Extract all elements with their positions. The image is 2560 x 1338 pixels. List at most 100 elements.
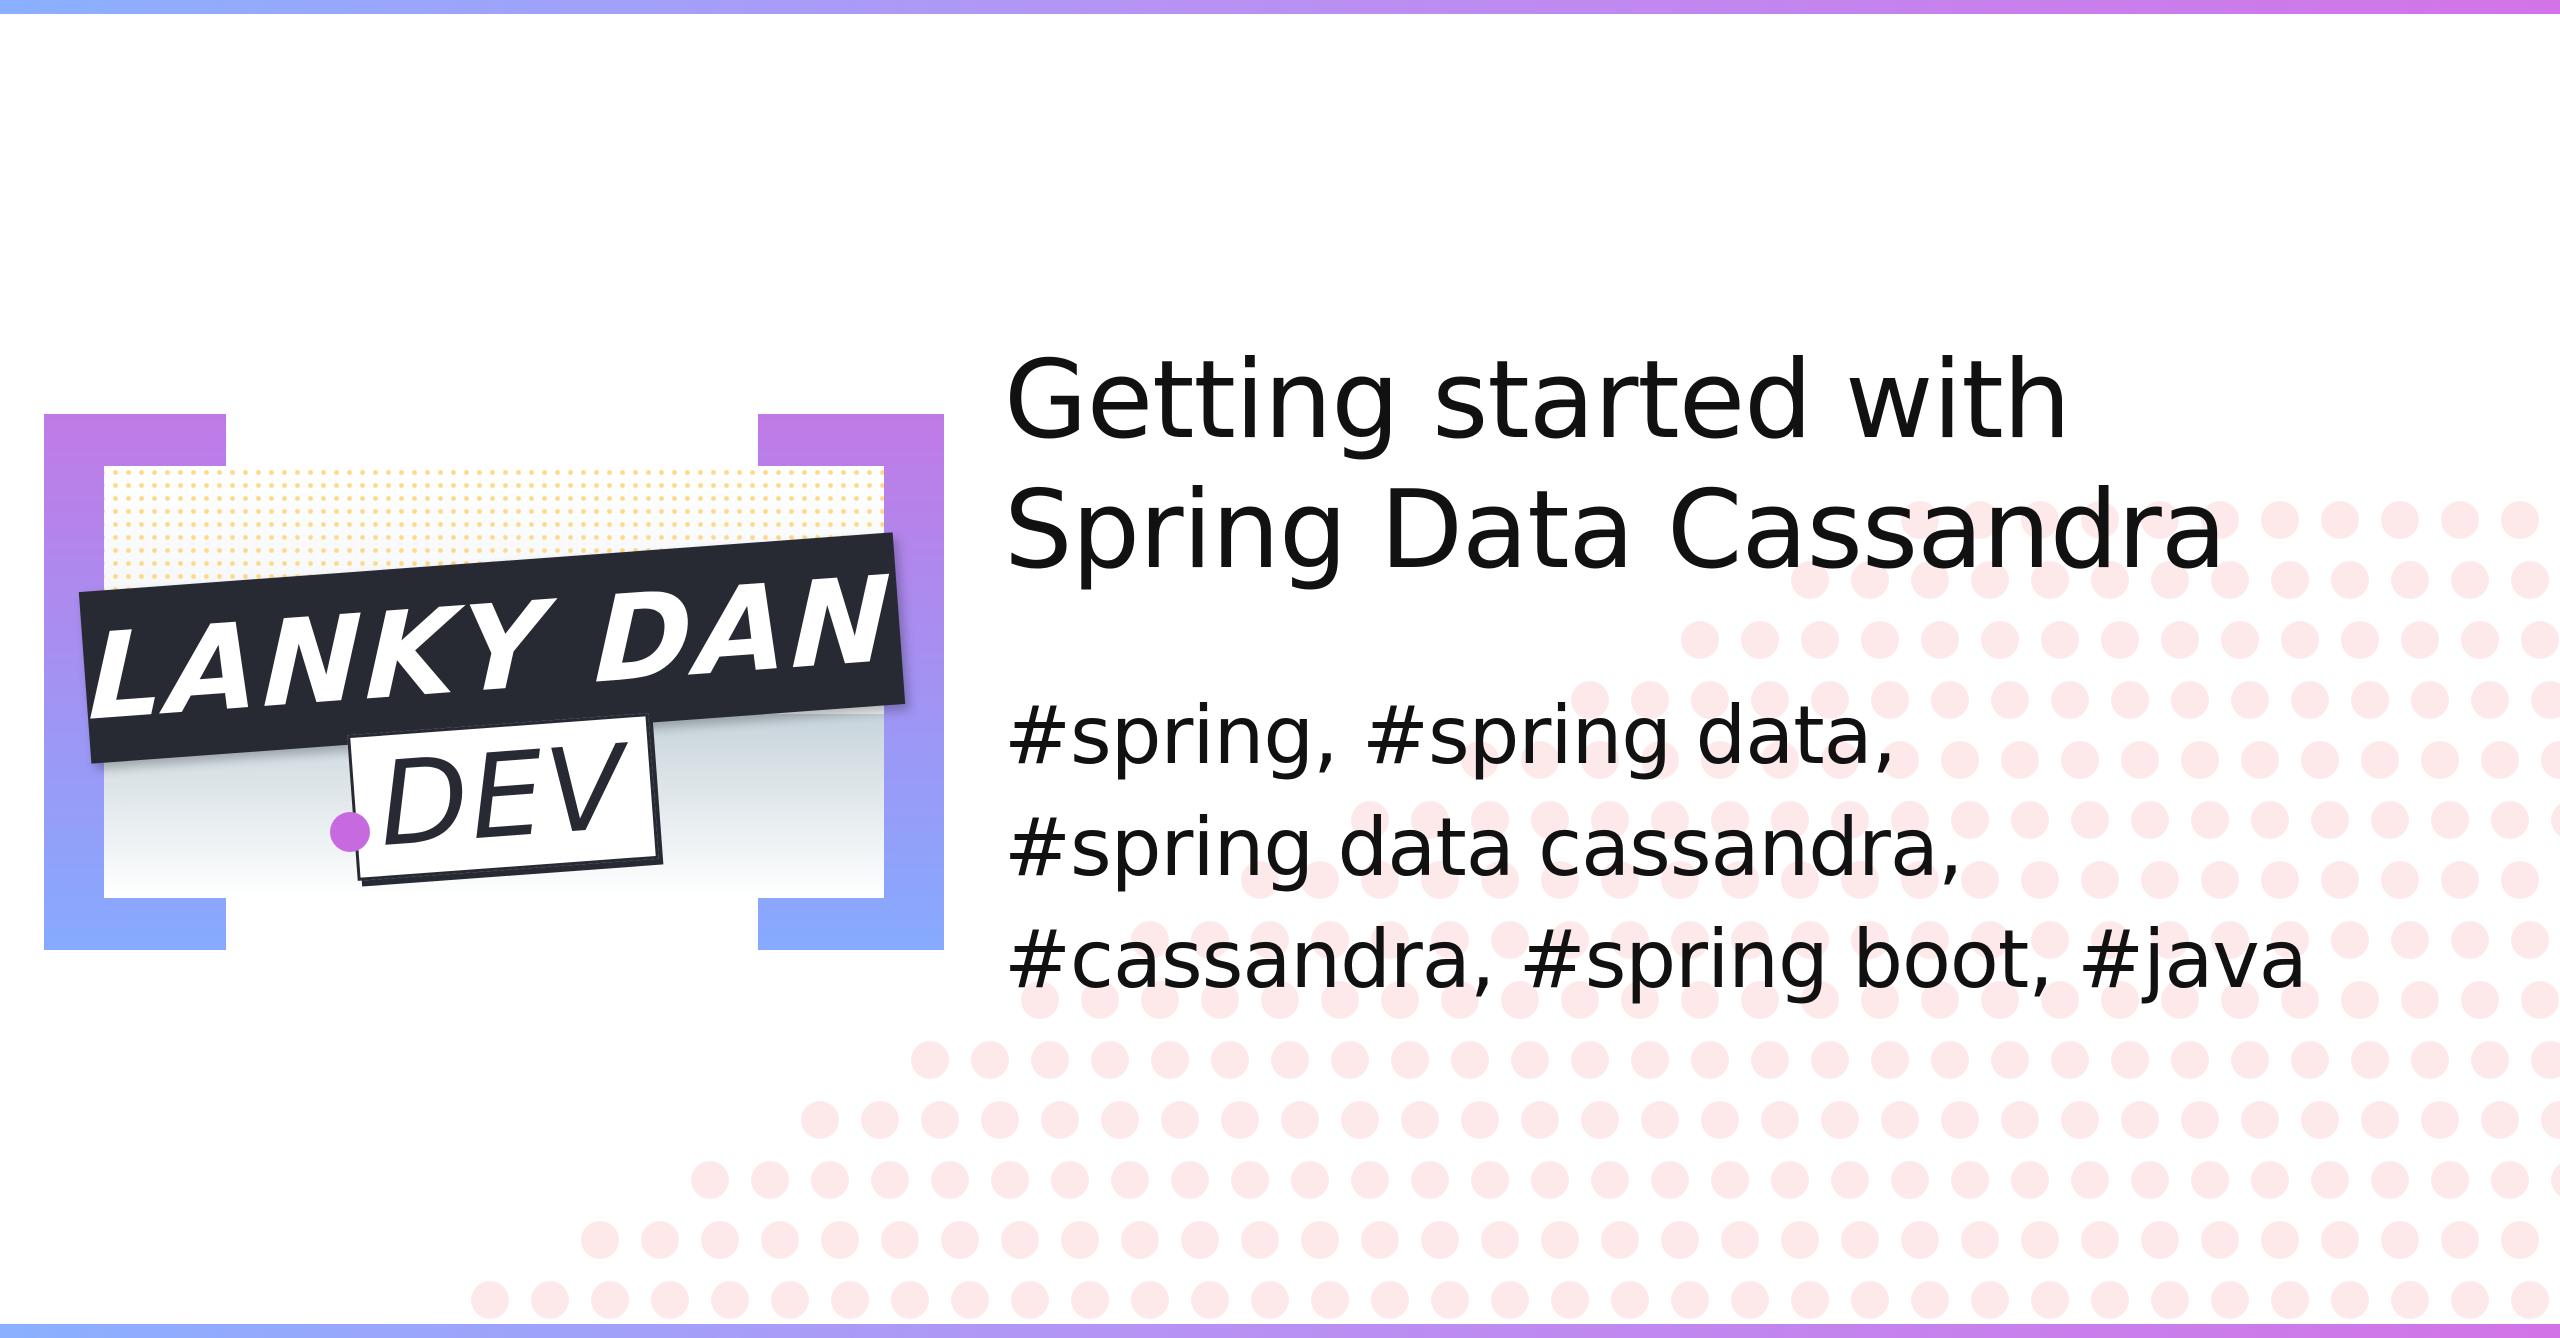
background-dot (711, 1281, 749, 1319)
background-dot (2141, 1221, 2179, 1259)
background-dot (2361, 1101, 2399, 1139)
background-dot (1691, 1041, 1729, 1079)
background-dot (1241, 1221, 1279, 1259)
background-dot (1821, 1101, 1859, 1139)
background-dot (2031, 1281, 2069, 1319)
background-dot (641, 1221, 679, 1259)
social-card: LANKY DAN DEV Getting started with Sprin… (0, 0, 2560, 1338)
background-dot (1271, 1041, 1309, 1079)
background-dot (2151, 1281, 2189, 1319)
background-dot (2441, 1221, 2479, 1259)
background-dot (2311, 1161, 2349, 1199)
background-dot (2371, 1161, 2409, 1199)
background-dot (2531, 1041, 2560, 1079)
background-dot (2541, 741, 2560, 779)
background-dot (1971, 1281, 2009, 1319)
background-dot (1191, 1281, 1229, 1319)
background-dot (1871, 1041, 1909, 1079)
background-dot (2251, 1161, 2289, 1199)
background-dot (771, 1281, 809, 1319)
background-dot (1291, 1161, 1329, 1199)
background-dot (691, 1161, 729, 1199)
background-dot (1891, 1161, 1929, 1199)
background-dot (2131, 1161, 2169, 1199)
background-dot (2181, 1101, 2219, 1139)
background-dot (981, 1101, 1019, 1139)
background-dot (761, 1221, 799, 1259)
background-dot (2061, 1101, 2099, 1139)
background-dot (2381, 1221, 2419, 1259)
background-dot (651, 1281, 689, 1319)
background-dot (811, 1161, 849, 1199)
background-dot (2191, 1161, 2229, 1199)
background-dot (831, 1281, 869, 1319)
background-dot (1301, 1221, 1339, 1259)
background-dot (1601, 1221, 1639, 1259)
background-dot (1551, 1281, 1589, 1319)
logo-dev-box: DEV (347, 713, 659, 881)
background-dot (1831, 1161, 1869, 1199)
background-dot (1861, 621, 1899, 659)
background-dot (1131, 1281, 1169, 1319)
background-dot (1591, 1161, 1629, 1199)
background-dot (2501, 501, 2539, 539)
background-dot (2461, 621, 2499, 659)
background-dot (1391, 1041, 1429, 1079)
background-dot (1681, 621, 1719, 659)
background-dot (1491, 1281, 1529, 1319)
background-dot (1401, 1101, 1439, 1139)
background-dot (1731, 1281, 1769, 1319)
background-dot (2071, 1161, 2109, 1199)
background-dot (911, 1041, 949, 1079)
title-line-1: Getting started with (1004, 338, 2071, 463)
background-dot (1571, 1041, 1609, 1079)
article-title: Getting started with Spring Data Cassand… (1004, 336, 2404, 596)
background-dot (1961, 1221, 1999, 1259)
background-dot (1181, 1221, 1219, 1259)
background-dot (2511, 1281, 2549, 1319)
background-dot (1521, 1101, 1559, 1139)
background-dot (1351, 1161, 1389, 1199)
background-dot (1411, 1161, 1449, 1199)
background-dot (2001, 1101, 2039, 1139)
background-dot (881, 1221, 919, 1259)
background-dot (991, 1161, 1029, 1199)
background-dot (2321, 1221, 2359, 1259)
background-dot (1991, 1041, 2029, 1079)
background-dot (1531, 1161, 1569, 1199)
logo-dot-icon (330, 812, 370, 852)
background-dot (1211, 1041, 1249, 1079)
background-dot (2491, 1161, 2529, 1199)
background-dot (531, 1281, 569, 1319)
background-dot (2451, 561, 2489, 599)
background-dot (1091, 1041, 1129, 1079)
background-dot (1051, 1161, 1089, 1199)
background-dot (1881, 1101, 1919, 1139)
background-dot (1281, 1101, 1319, 1139)
background-dot (2271, 1281, 2309, 1319)
background-dot (2121, 1101, 2159, 1139)
background-dot (2451, 1281, 2489, 1319)
background-dot (1371, 1281, 1409, 1319)
background-dot (2231, 1041, 2269, 1079)
background-dot (1771, 1161, 1809, 1199)
background-dot (1641, 1101, 1679, 1139)
background-dot (1231, 1161, 1269, 1199)
background-dot (2391, 1281, 2429, 1319)
top-gradient-bar (0, 0, 2560, 14)
background-dot (1251, 1281, 1289, 1319)
tags-line-2: #spring data cassandra, (1004, 801, 1963, 894)
background-dot (2551, 803, 2560, 837)
background-dot (1851, 1281, 1889, 1319)
background-dot (2161, 621, 2199, 659)
background-dot (1721, 1221, 1759, 1259)
background-dot (1421, 1221, 1459, 1259)
background-dot (471, 1281, 509, 1319)
background-dot (2261, 1221, 2299, 1259)
background-dot (1151, 1041, 1189, 1079)
background-dot (1431, 1281, 1469, 1319)
background-dot (1981, 621, 2019, 659)
background-dot (2091, 1281, 2129, 1319)
background-dot (1671, 1281, 1709, 1319)
background-dot (1451, 1041, 1489, 1079)
